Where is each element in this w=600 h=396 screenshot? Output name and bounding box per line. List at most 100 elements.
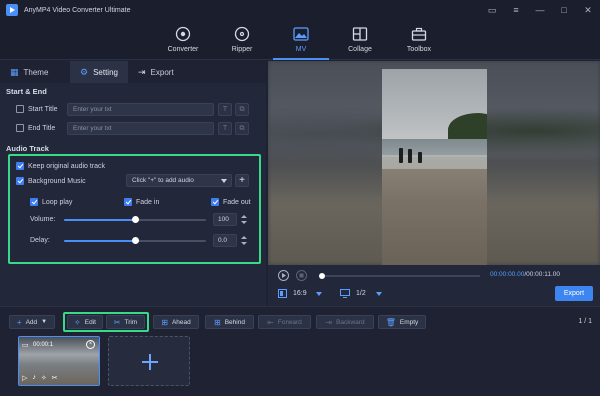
volume-slider[interactable] bbox=[64, 216, 206, 223]
forward-button[interactable]: ⇤ Forward bbox=[258, 315, 311, 329]
nav-converter[interactable]: Converter bbox=[155, 20, 211, 60]
audio-select[interactable]: Click "+" to add audio bbox=[126, 174, 232, 187]
forward-button-label: Forward bbox=[277, 318, 302, 326]
app-logo-icon bbox=[6, 4, 18, 16]
video-preview bbox=[268, 61, 600, 265]
close-icon[interactable]: ✕ bbox=[582, 4, 594, 16]
end-title-font-button[interactable]: T bbox=[218, 122, 232, 135]
screen-chevron-icon[interactable] bbox=[376, 292, 382, 296]
start-title-label: Start Title bbox=[28, 105, 58, 113]
delay-slider[interactable] bbox=[64, 237, 206, 244]
aspect-ratio-value[interactable]: 16:9 bbox=[293, 290, 307, 297]
trim-button[interactable]: ✂ Trim bbox=[106, 315, 145, 329]
clip-edit-icon[interactable]: ✧ bbox=[41, 374, 47, 382]
nav-ripper[interactable]: Ripper bbox=[214, 20, 270, 60]
ahead-button[interactable]: ⊞ Ahead bbox=[153, 315, 199, 329]
add-clip-placeholder[interactable] bbox=[108, 336, 190, 386]
edit-button[interactable]: ✧ Edit bbox=[67, 315, 103, 329]
window-controls: ▭ ≡ — □ ✕ bbox=[486, 4, 594, 16]
tab-theme-label: Theme bbox=[23, 67, 49, 77]
stop-icon bbox=[299, 273, 304, 278]
nav-mv[interactable]: MV bbox=[273, 20, 329, 60]
menu-icon[interactable]: ≡ bbox=[510, 4, 522, 16]
preview-frame bbox=[382, 69, 487, 265]
beach-sand bbox=[382, 157, 487, 265]
fade-out-checkbox[interactable] bbox=[211, 198, 219, 206]
fade-in-label: Fade in bbox=[136, 198, 160, 206]
backward-button[interactable]: ⇥ Backward bbox=[316, 315, 374, 329]
start-title-input[interactable]: Enter your txt bbox=[67, 103, 214, 116]
stop-button[interactable] bbox=[296, 270, 307, 281]
volume-input[interactable]: 100 bbox=[213, 213, 237, 226]
tab-setting[interactable]: ⚙ Setting bbox=[70, 61, 128, 83]
aspect-chevron-icon[interactable] bbox=[316, 292, 322, 296]
loop-play-checkbox[interactable] bbox=[30, 198, 38, 206]
nav-converter-label: Converter bbox=[167, 46, 199, 53]
add-button[interactable]: + Add ▼ bbox=[9, 315, 55, 329]
add-button-label: Add bbox=[25, 318, 38, 326]
background-music-checkbox[interactable] bbox=[16, 177, 24, 185]
keep-original-label: Keep original audio track bbox=[28, 162, 106, 170]
background-music-label: Background Music bbox=[28, 177, 86, 185]
fade-out-row: Fade out bbox=[211, 198, 251, 206]
add-behind-icon: ⊞ bbox=[214, 317, 221, 327]
delay-slider-knob[interactable] bbox=[132, 237, 139, 244]
scissors-icon: ✂ bbox=[113, 317, 121, 327]
person-figure bbox=[418, 152, 422, 163]
volume-stepper[interactable] bbox=[240, 213, 248, 226]
export-button[interactable]: Export bbox=[555, 286, 593, 301]
clip-toolbar: + Add ▼ ✧ Edit ✂ Trim ⊞ Ahead ⊞ Behind ⇤… bbox=[0, 306, 600, 334]
toolbox-icon bbox=[411, 27, 427, 41]
nav-toolbox-label: Toolbox bbox=[406, 46, 432, 53]
aspect-ratio-icon bbox=[278, 289, 287, 298]
clip-close-icon[interactable]: × bbox=[86, 340, 95, 349]
empty-button[interactable]: 🗑 Empty bbox=[378, 315, 426, 329]
minimize-icon[interactable]: — bbox=[534, 4, 546, 16]
volume-slider-fill bbox=[64, 219, 135, 221]
end-title-row: End Title bbox=[16, 124, 55, 132]
clip-trim-icon[interactable]: ✂ bbox=[52, 374, 58, 382]
nav-toolbox[interactable]: Toolbox bbox=[391, 20, 447, 60]
fade-in-checkbox[interactable] bbox=[124, 198, 132, 206]
volume-slider-knob[interactable] bbox=[132, 216, 139, 223]
start-title-duration-button[interactable]: ⧉ bbox=[235, 103, 249, 116]
screen-page-value[interactable]: 1/2 bbox=[356, 290, 366, 297]
page-count: 1 / 1 bbox=[578, 318, 592, 325]
maximize-icon[interactable]: □ bbox=[558, 4, 570, 16]
play-icon bbox=[282, 273, 286, 278]
start-title-font-button[interactable]: T bbox=[218, 103, 232, 116]
end-title-input[interactable]: Enter your txt bbox=[67, 122, 214, 135]
timeline: ▭ 00:00:1 × ▷ ♪ ✧ ✂ bbox=[0, 334, 600, 396]
empty-button-label: Empty bbox=[399, 318, 419, 326]
ripper-icon bbox=[234, 26, 250, 42]
start-end-title: Start & End bbox=[6, 87, 47, 96]
chevron-down-icon bbox=[221, 179, 227, 183]
start-title-checkbox[interactable] bbox=[16, 105, 24, 113]
person-figure bbox=[399, 148, 403, 163]
playback-progress[interactable] bbox=[319, 273, 480, 279]
clip-play-icon[interactable]: ▷ bbox=[22, 374, 27, 382]
feedback-icon[interactable]: ▭ bbox=[486, 4, 498, 16]
tab-theme[interactable]: ▦ Theme bbox=[0, 61, 70, 83]
end-title-duration-button[interactable]: ⧉ bbox=[235, 122, 249, 135]
progress-handle[interactable] bbox=[319, 273, 325, 279]
start-title-row: Start Title bbox=[16, 105, 58, 113]
chevron-down-icon: ▼ bbox=[41, 319, 48, 325]
keep-original-checkbox[interactable] bbox=[16, 162, 24, 170]
play-button[interactable] bbox=[278, 270, 289, 281]
edit-button-label: Edit bbox=[84, 318, 96, 326]
end-title-checkbox[interactable] bbox=[16, 124, 24, 132]
add-audio-button[interactable]: + bbox=[235, 174, 249, 187]
backward-icon: ⇥ bbox=[325, 317, 333, 327]
tab-export-label: Export bbox=[150, 67, 174, 77]
nav-collage[interactable]: Collage bbox=[332, 20, 388, 60]
time-total: /00:00:11.00 bbox=[524, 271, 561, 278]
clip-audio-icon[interactable]: ♪ bbox=[32, 374, 36, 382]
delay-input[interactable]: 0.0 bbox=[213, 234, 237, 247]
tab-export[interactable]: ⇥ Export bbox=[128, 61, 198, 83]
clip-video-icon: ▭ bbox=[22, 342, 29, 349]
timeline-clip[interactable]: ▭ 00:00:1 × ▷ ♪ ✧ ✂ bbox=[18, 336, 100, 386]
delay-stepper[interactable] bbox=[240, 234, 248, 247]
behind-button[interactable]: ⊞ Behind bbox=[205, 315, 254, 329]
monitor-icon bbox=[340, 289, 350, 298]
